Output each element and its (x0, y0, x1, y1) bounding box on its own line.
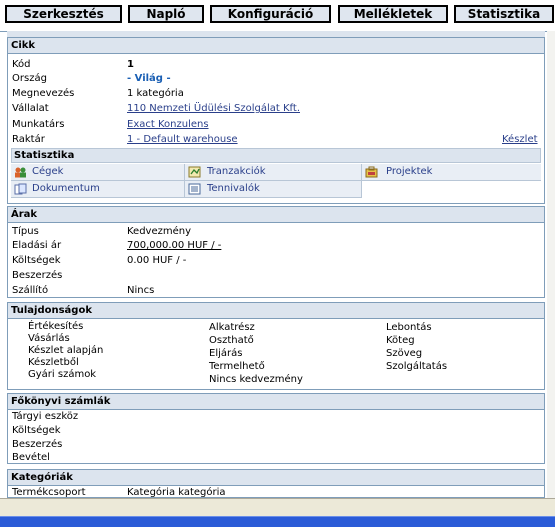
label-munkatars: Munkatárs (12, 119, 65, 130)
stat-tranzakciok[interactable]: Tranzakciók (185, 164, 362, 181)
tulajdonsagok-title: Tulajdonságok (8, 303, 544, 319)
prop-nincs-kedvezmeny: Nincs kedvezmény (209, 374, 303, 385)
prop-eljaras: Eljárás (209, 348, 243, 359)
row-eladasi-ar: Eladási ár 700,000.00 HUF / - (8, 239, 544, 253)
row-munkatars: Munkatárs Exact Konzulens (8, 118, 544, 132)
stat-tranzakciok-label: Tranzakciók (207, 166, 266, 177)
label-tipus: Típus (12, 226, 39, 237)
label-koltsegek: Költségek (12, 255, 61, 266)
transactions-icon (188, 166, 201, 178)
row-vallalat: Vállalat 110 Nemzeti Üdülési Szolgálat K… (8, 102, 544, 116)
stat-projektek[interactable]: Projektek (362, 164, 541, 181)
label-raktar: Raktár (12, 134, 45, 145)
row-koltsegek: Költségek 0.00 HUF / - (8, 254, 544, 268)
arak-title: Árak (8, 207, 544, 223)
tab-naplo[interactable]: Napló (128, 5, 204, 23)
stat-cegek-label: Cégek (32, 166, 64, 177)
prop-termelheto: Termelhető (209, 361, 265, 372)
label-fk-beszerzes: Beszerzés (12, 439, 63, 450)
tulajdonsagok-section: Tulajdonságok Értékesítés Vásárlás Készl… (7, 302, 545, 390)
row-beszerzes: Beszerzés (8, 269, 544, 283)
stat-tennivalok[interactable]: Tennivalók (185, 181, 362, 198)
fokonyvi-section: Főkönyvi számlák Tárgyi eszköz Költségek… (7, 393, 545, 464)
keszlet-link[interactable]: Készlet (502, 133, 538, 147)
label-bevetel: Bevétel (12, 452, 50, 463)
label-eladasi-ar: Eladási ár (12, 240, 62, 251)
label-fk-koltsegek: Költségek (12, 425, 61, 436)
label-vallalat: Vállalat (12, 103, 49, 114)
taskbar (0, 516, 555, 527)
row-fk-koltsegek: Költségek (8, 424, 544, 438)
value-megnevezes: 1 kategória (127, 88, 184, 99)
tab-mellekletek[interactable]: Mellékletek (338, 5, 448, 23)
value-eladasi-ar-link[interactable]: 700,000.00 HUF / - (127, 239, 221, 253)
stat-dokumentum[interactable]: Dokumentum (11, 181, 185, 198)
row-orszag: Ország - Világ - (8, 72, 544, 86)
label-targyi-eszkoz: Tárgyi eszköz (12, 411, 79, 422)
tab-bar: Szerkesztés Napló Konfiguráció Melléklet… (0, 0, 555, 32)
cikk-section: Cikk Kód 1 Ország - Világ - Megnevezés 1… (7, 37, 545, 204)
kategoriak-section: Kategóriák Termékcsoport Kategória kateg… (7, 469, 545, 498)
companies-icon (15, 167, 26, 178)
value-tipus: Kedvezmény (127, 226, 192, 237)
arak-section: Árak Típus Kedvezmény Eladási ár 700,000… (7, 206, 545, 298)
prop-szoveg: Szöveg (386, 348, 423, 359)
row-bevetel: Bevétel (8, 451, 544, 465)
label-beszerzes: Beszerzés (12, 270, 63, 281)
statisztika-subheader: Statisztika (11, 148, 541, 163)
fokonyvi-title: Főkönyvi számlák (8, 394, 544, 410)
label-orszag: Ország (12, 73, 47, 84)
todo-icon (188, 183, 201, 195)
prop-lebontas: Lebontás (386, 322, 432, 333)
row-termekcsoport: Termékcsoport Kategória kategória (8, 486, 544, 498)
row-kod: Kód 1 (8, 58, 544, 72)
tab-statisztika[interactable]: Statisztika (454, 5, 554, 23)
value-kod: 1 (127, 59, 134, 70)
row-raktar: Raktár 1 - Default warehouse Készlet (8, 133, 544, 147)
label-megnevezes: Megnevezés (12, 88, 75, 99)
label-szallito: Szállító (12, 285, 49, 296)
stat-cegek[interactable]: Cégek (11, 164, 185, 181)
status-bar (0, 498, 555, 517)
value-orszag-link[interactable]: - Világ - (127, 72, 171, 86)
tab-szerkesztes[interactable]: Szerkesztés (5, 5, 122, 23)
prop-koteg: Köteg (386, 335, 415, 346)
cikk-title: Cikk (8, 38, 544, 54)
value-szallito: Nincs (127, 285, 155, 296)
stat-projektek-label: Projektek (386, 166, 433, 177)
tab-konfiguracio[interactable]: Konfiguráció (210, 5, 331, 23)
projects-icon (365, 166, 378, 178)
prop-alkatresz: Alkatrész (209, 322, 255, 333)
row-szallito: Szállító Nincs (8, 284, 544, 298)
row-tipus: Típus Kedvezmény (8, 225, 544, 239)
stat-dokumentum-label: Dokumentum (32, 183, 100, 194)
row-targyi-eszkoz: Tárgyi eszköz (8, 410, 544, 424)
value-munkatars-link[interactable]: Exact Konzulens (127, 118, 209, 132)
label-kod: Kód (12, 59, 31, 70)
value-termekcsoport: Kategória kategória (127, 487, 226, 498)
prop-szolgaltatas: Szolgáltatás (386, 361, 448, 372)
stat-tennivalok-label: Tennivalók (207, 183, 260, 194)
prop-gyari-szamok: Gyári számok (28, 369, 97, 380)
row-fk-beszerzes: Beszerzés (8, 438, 544, 452)
vertical-scrollbar[interactable] (547, 31, 555, 498)
label-termekcsoport: Termékcsoport (12, 487, 86, 498)
stat-empty-cell (362, 181, 541, 197)
prop-oszthato: Oszthatő (209, 335, 254, 346)
kategoriak-title: Kategóriák (8, 470, 544, 486)
value-raktar-link[interactable]: 1 - Default warehouse (127, 133, 238, 147)
value-koltsegek: 0.00 HUF / - (127, 255, 187, 266)
value-vallalat-link[interactable]: 110 Nemzeti Üdülési Szolgálat Kft. (127, 102, 300, 116)
documents-icon (14, 183, 27, 195)
row-megnevezes: Megnevezés 1 kategória (8, 87, 544, 101)
